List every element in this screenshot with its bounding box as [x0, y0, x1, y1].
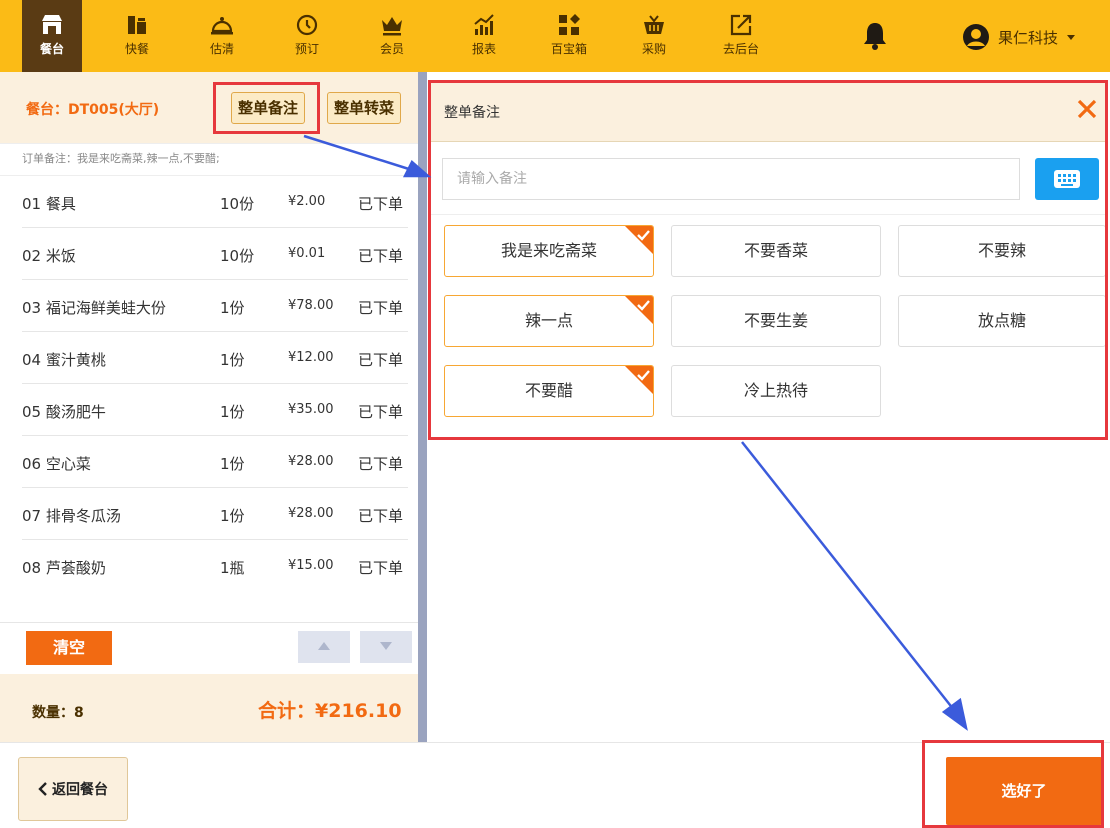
bell-icon[interactable] — [860, 20, 890, 52]
item-qty: 1份 — [220, 403, 245, 421]
annotation-arrowhead — [941, 697, 968, 731]
user-name: 果仁科技 — [998, 28, 1059, 47]
nav-item-fast-food[interactable]: 快餐 — [107, 0, 167, 72]
item-name: 05 酸汤肥牛 — [22, 403, 106, 421]
order-item-row[interactable]: 08 芦荟酸奶 1瓶 ¥15.00 已下单 — [22, 540, 408, 592]
item-status: 已下单 — [358, 455, 404, 473]
item-price: ¥78.00 — [288, 298, 334, 313]
order-item-row[interactable]: 01 餐具 10份 ¥2.00 已下单 — [22, 176, 408, 228]
order-summary: 数量：8 合计：¥216.10 — [0, 674, 418, 744]
order-item-row[interactable]: 02 米饭 10份 ¥0.01 已下单 — [22, 228, 408, 280]
scroll-down-button[interactable] — [360, 631, 412, 663]
nav-label: 百宝箱 — [550, 42, 587, 56]
order-item-row[interactable]: 05 酸汤肥牛 1份 ¥35.00 已下单 — [22, 384, 408, 436]
item-price: ¥2.00 — [288, 194, 326, 209]
chart-icon — [474, 14, 494, 35]
order-note-text: 订单备注：我是来吃斋菜,辣一点,不要醋; — [0, 144, 418, 176]
user-menu[interactable]: 果仁科技 — [962, 20, 1076, 54]
nav-label: 快餐 — [124, 42, 149, 56]
item-name: 06 空心菜 — [22, 455, 91, 473]
basket-icon — [644, 15, 664, 34]
item-name: 02 米饭 — [22, 247, 76, 265]
item-name: 07 排骨冬瓜汤 — [22, 507, 121, 525]
nav-item-toolbox[interactable]: 百宝箱 — [539, 0, 599, 72]
item-qty: 10份 — [220, 195, 255, 213]
nav-label: 采购 — [641, 42, 666, 56]
item-name: 08 芦荟酸奶 — [22, 559, 106, 577]
item-price: ¥0.01 — [288, 246, 326, 261]
item-price: ¥35.00 — [288, 402, 334, 417]
annotation-frame — [922, 740, 1104, 828]
order-item-row[interactable]: 03 福记海鲜美蛙大份 1份 ¥78.00 已下单 — [22, 280, 408, 332]
nav-item-sold-out[interactable]: 估清 — [192, 0, 252, 72]
item-status: 已下单 — [358, 559, 404, 577]
nav-label: 估清 — [209, 42, 234, 56]
annotation-frame — [213, 82, 320, 134]
panel-divider[interactable] — [418, 72, 427, 742]
order-item-row[interactable]: 06 空心菜 1份 ¥28.00 已下单 — [22, 436, 408, 488]
order-tools: 清空 — [0, 622, 418, 665]
top-nav-bar: 餐台 快餐 估清 预订 会员 报表 百宝箱 采购 去后台 果仁科技 — [0, 0, 1110, 72]
nav-label: 预订 — [294, 42, 319, 56]
total-amount: 合计：¥216.10 — [258, 700, 402, 722]
item-status: 已下单 — [358, 351, 404, 369]
scroll-up-button[interactable] — [298, 631, 350, 663]
item-price: ¥15.00 — [288, 558, 334, 573]
item-qty: 1份 — [220, 351, 245, 369]
item-name: 01 餐具 — [22, 195, 76, 213]
annotation-arrow — [741, 441, 955, 711]
item-status: 已下单 — [358, 195, 404, 213]
item-price: ¥28.00 — [288, 506, 334, 521]
item-name: 04 蜜汁黄桃 — [22, 351, 106, 369]
shop-icon — [42, 15, 62, 34]
user-avatar-icon — [963, 24, 989, 50]
order-panel: 餐台：DT005(大厅) 整单备注 整单转菜 订单备注：我是来吃斋菜,辣一点,不… — [0, 72, 418, 744]
caret-down-icon — [1067, 35, 1076, 40]
item-name: 03 福记海鲜美蛙大份 — [22, 299, 166, 317]
nav-item-reports[interactable]: 报表 — [454, 0, 514, 72]
nav-label: 会员 — [379, 42, 404, 56]
item-price: ¥12.00 — [288, 350, 334, 365]
nav-item-purchase[interactable]: 采购 — [624, 0, 684, 72]
item-qty: 1瓶 — [220, 559, 245, 577]
back-to-tables-button[interactable]: 返回餐台 — [18, 757, 128, 821]
nav-item-member[interactable]: 会员 — [362, 0, 422, 72]
item-qty: 1份 — [220, 299, 245, 317]
quantity-summary: 数量：8 — [32, 705, 84, 721]
item-qty: 1份 — [220, 507, 245, 525]
item-status: 已下单 — [358, 247, 404, 265]
item-status: 已下单 — [358, 299, 404, 317]
nav-label: 报表 — [471, 42, 496, 56]
arrow-up-icon — [318, 642, 330, 650]
apps-icon — [559, 14, 580, 35]
nav-label: 去后台 — [722, 42, 759, 56]
item-price: ¥28.00 — [288, 454, 334, 469]
crown-icon — [382, 17, 402, 36]
nav-item-booking[interactable]: 预订 — [277, 0, 337, 72]
table-label: 餐台：DT005(大厅) — [26, 102, 160, 118]
fast-food-icon — [128, 16, 146, 34]
annotation-frame — [428, 80, 1108, 440]
item-status: 已下单 — [358, 507, 404, 525]
item-qty: 10份 — [220, 247, 255, 265]
order-item-row[interactable]: 07 排骨冬瓜汤 1份 ¥28.00 已下单 — [22, 488, 408, 540]
external-link-icon — [730, 14, 752, 36]
arrow-down-icon — [380, 642, 392, 650]
nav-label: 餐台 — [39, 42, 64, 56]
clear-button[interactable]: 清空 — [26, 631, 112, 665]
back-button-label: 返回餐台 — [52, 782, 108, 798]
order-header: 餐台：DT005(大厅) 整单备注 整单转菜 — [0, 72, 418, 144]
cloche-icon — [211, 17, 233, 35]
chevron-left-icon — [38, 782, 47, 796]
item-qty: 1份 — [220, 455, 245, 473]
clock-icon — [296, 14, 318, 36]
order-item-row[interactable]: 04 蜜汁黄桃 1份 ¥12.00 已下单 — [22, 332, 408, 384]
nav-item-backend[interactable]: 去后台 — [711, 0, 771, 72]
nav-item-table[interactable]: 餐台 — [22, 0, 82, 72]
item-status: 已下单 — [358, 403, 404, 421]
order-item-list: 01 餐具 10份 ¥2.00 已下单 02 米饭 10份 ¥0.01 已下单 … — [0, 176, 418, 592]
transfer-dish-button[interactable]: 整单转菜 — [327, 92, 402, 124]
